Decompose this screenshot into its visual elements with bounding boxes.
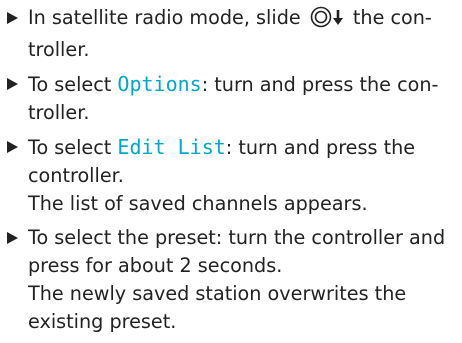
step-text: : turn and press the — [225, 136, 416, 159]
step-arrow-icon — [7, 141, 18, 153]
menu-term-options: Options — [117, 72, 202, 96]
step-text: the con- — [346, 6, 432, 29]
step-slide-controller: In satellite radio mode, slide the con-t… — [6, 4, 456, 64]
step-select-preset: To select the preset: turn the controlle… — [6, 224, 456, 336]
step-result: The list of saved channels appears. — [28, 192, 368, 215]
step-text: : turn and press the con- — [201, 73, 439, 96]
step-text: troller. — [28, 101, 90, 124]
step-result: The newly saved station overwrites the — [28, 282, 407, 305]
step-arrow-icon — [7, 12, 18, 24]
step-text: troller. — [28, 38, 90, 61]
step-text: To select — [28, 136, 118, 159]
step-select-options: To select Options: turn and press the co… — [6, 70, 456, 127]
step-text: controller. — [28, 164, 124, 187]
step-arrow-icon — [7, 232, 18, 244]
step-text: In satellite radio mode, slide — [28, 6, 307, 29]
step-text: press for about 2 seconds. — [28, 254, 283, 277]
controller-slide-down-icon — [310, 6, 346, 36]
step-select-edit-list: To select Edit List: turn and press the c… — [6, 133, 456, 218]
step-text: To select — [28, 73, 118, 96]
instruction-page: In satellite radio mode, slide the con-t… — [0, 0, 462, 343]
step-arrow-icon — [7, 78, 18, 90]
step-result: existing preset. — [28, 310, 177, 333]
step-text: To select the preset: turn the controlle… — [28, 226, 446, 249]
menu-term-edit-list: Edit List — [117, 135, 226, 159]
